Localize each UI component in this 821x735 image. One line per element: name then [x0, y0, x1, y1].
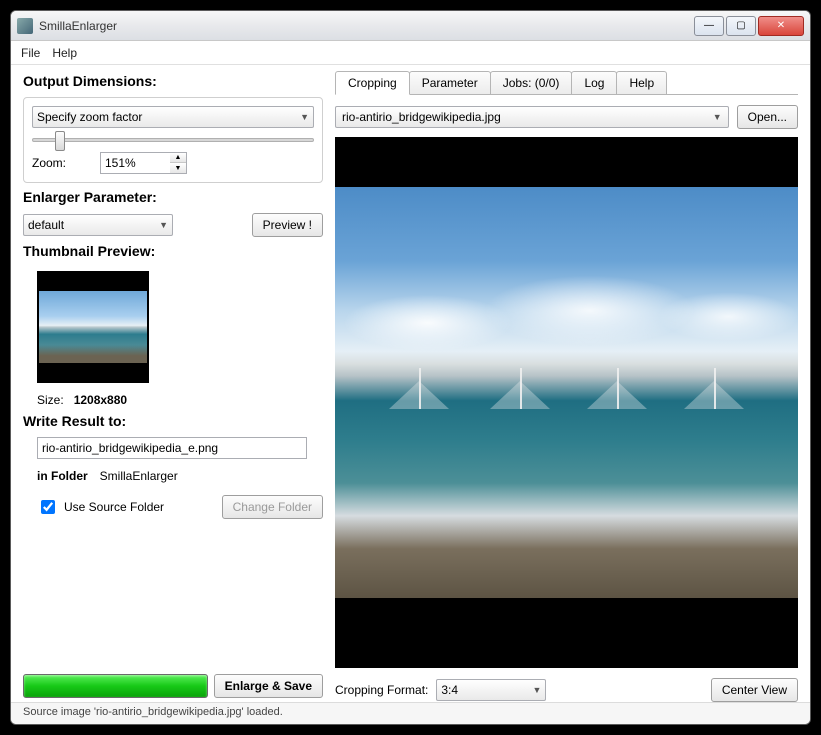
zoom-slider-thumb[interactable] — [55, 131, 65, 151]
tab-bar: Cropping Parameter Jobs: (0/0) Log Help — [335, 71, 798, 95]
output-dimensions-heading: Output Dimensions: — [23, 73, 323, 89]
menu-help[interactable]: Help — [52, 46, 77, 60]
tab-log[interactable]: Log — [571, 71, 617, 94]
in-folder-label: in Folder — [37, 469, 88, 483]
app-window: SmillaEnlarger — ▢ ✕ File Help Output Di… — [10, 10, 811, 725]
titlebar: SmillaEnlarger — ▢ ✕ — [11, 11, 810, 41]
chevron-down-icon: ▼ — [300, 112, 309, 122]
size-value: 1208x880 — [74, 393, 127, 407]
statusbar: Source image 'rio-antirio_bridgewikipedi… — [11, 702, 810, 724]
chevron-down-icon: ▼ — [159, 220, 168, 230]
source-file-value: rio-antirio_bridgewikipedia.jpg — [342, 110, 501, 124]
tab-parameter[interactable]: Parameter — [409, 71, 491, 94]
zoom-mode-select[interactable]: Specify zoom factor ▼ — [32, 106, 314, 128]
preview-image — [335, 187, 798, 598]
zoom-label: Zoom: — [32, 156, 92, 170]
tab-jobs[interactable]: Jobs: (0/0) — [490, 71, 573, 94]
output-filename-input[interactable] — [37, 437, 307, 459]
open-button[interactable]: Open... — [737, 105, 798, 129]
menubar: File Help — [11, 41, 810, 65]
spin-down-icon[interactable]: ▼ — [170, 163, 186, 173]
close-button[interactable]: ✕ — [758, 16, 804, 36]
change-folder-button[interactable]: Change Folder — [222, 495, 323, 519]
thumbnail-preview — [37, 271, 149, 383]
app-icon — [17, 18, 33, 34]
progress-bar — [23, 674, 208, 698]
cropping-format-value: 3:4 — [441, 683, 458, 697]
menu-file[interactable]: File — [21, 46, 40, 60]
use-source-folder-label: Use Source Folder — [64, 500, 164, 514]
minimize-button[interactable]: — — [694, 16, 724, 36]
cropping-format-select[interactable]: 3:4 ▼ — [436, 679, 546, 701]
right-panel: Cropping Parameter Jobs: (0/0) Log Help … — [335, 71, 798, 702]
zoom-mode-value: Specify zoom factor — [37, 110, 142, 124]
cropping-format-label: Cropping Format: — [335, 683, 428, 697]
preview-button[interactable]: Preview ! — [252, 213, 323, 237]
use-source-folder-checkbox[interactable] — [41, 500, 55, 514]
status-text: Source image 'rio-antirio_bridgewikipedi… — [23, 706, 283, 718]
spin-up-icon[interactable]: ▲ — [170, 153, 186, 163]
tab-help[interactable]: Help — [616, 71, 667, 94]
zoom-input[interactable] — [100, 152, 170, 174]
enlarger-parameter-heading: Enlarger Parameter: — [23, 189, 323, 205]
window-title: SmillaEnlarger — [39, 19, 694, 33]
chevron-down-icon: ▼ — [532, 685, 541, 695]
parameter-select[interactable]: default ▼ — [23, 214, 173, 236]
maximize-button[interactable]: ▢ — [726, 16, 756, 36]
folder-name: SmillaEnlarger — [100, 469, 178, 483]
image-preview-area[interactable] — [335, 137, 798, 668]
zoom-slider[interactable] — [32, 138, 314, 142]
chevron-down-icon: ▼ — [713, 112, 722, 122]
enlarge-save-button[interactable]: Enlarge & Save — [214, 674, 323, 698]
thumbnail-heading: Thumbnail Preview: — [23, 243, 323, 259]
write-result-heading: Write Result to: — [23, 413, 323, 429]
output-dimensions-group: Specify zoom factor ▼ Zoom: ▲ ▼ — [23, 97, 323, 183]
source-file-select[interactable]: rio-antirio_bridgewikipedia.jpg ▼ — [335, 106, 729, 128]
size-label: Size: — [37, 393, 64, 407]
tab-cropping[interactable]: Cropping — [335, 71, 410, 95]
thumbnail-image — [39, 291, 147, 363]
parameter-value: default — [28, 218, 64, 232]
center-view-button[interactable]: Center View — [711, 678, 798, 702]
zoom-spinner[interactable]: ▲ ▼ — [170, 152, 187, 174]
left-panel: Output Dimensions: Specify zoom factor ▼… — [23, 71, 323, 702]
